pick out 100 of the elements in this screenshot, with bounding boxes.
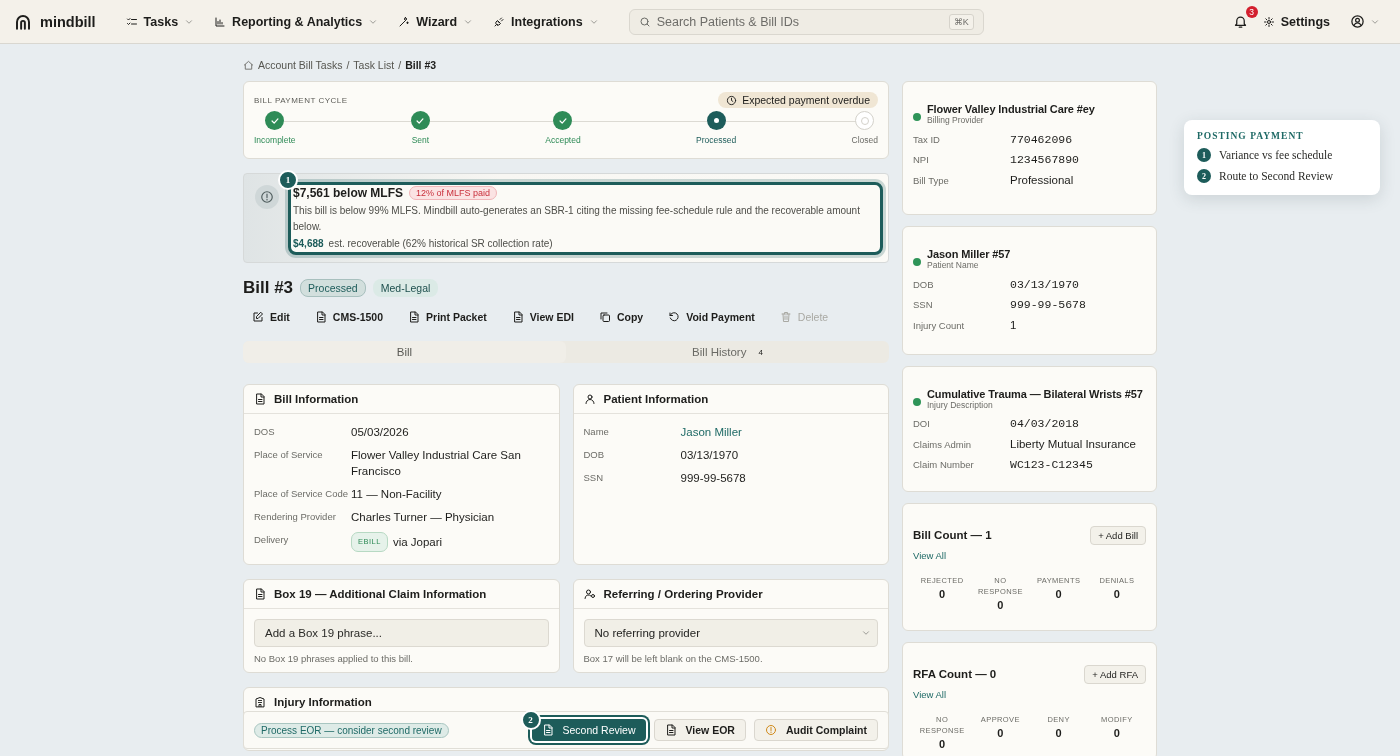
nav-menu[interactable]: Tasks [125,14,195,29]
stat-value: 0 [997,598,1004,611]
field-label: Delivery [254,533,290,547]
card-subtitle: Patient Name [927,260,980,270]
card-title: Cumulative Trauma — Bilateral Wrists #57 [927,387,1143,400]
step-label: Variance vs fee schedule [1219,149,1333,161]
card-title: Referring / Ordering Provider [603,588,763,600]
field-value: 770462096 [1010,132,1073,146]
field-label: Rendering Provider [254,510,337,524]
nav-menu[interactable]: Integrations [493,14,599,29]
action-button[interactable]: Print Packet [399,307,496,327]
home-icon [243,59,254,71]
helper-text: No Box 19 phrases applied to this bill. [254,653,414,664]
stat-value: 0 [1055,587,1062,600]
breadcrumb-current: Bill #3 [405,59,437,71]
copy-icon [598,311,611,323]
user-icon [1350,14,1365,29]
nav-menu[interactable]: Reporting & Analytics [214,14,379,29]
trash-icon [779,311,792,323]
guide-title: POSTING PAYMENT [1197,131,1305,141]
edit-icon [252,311,264,323]
card-subtitle: Billing Provider [927,115,984,125]
stat-value: 0 [1113,726,1120,739]
field-label: Claims Admin [913,438,973,450]
field-label: DOB [583,448,606,462]
view-all-link[interactable]: View All [913,549,947,561]
card-subtitle: Injury Description [927,399,994,410]
field-label: Claim Number [913,459,975,471]
breadcrumb-link[interactable]: Task List [353,59,395,71]
action-button[interactable]: Edit [243,307,299,327]
card-title: Bill Count — 1 [913,529,992,541]
nav-menu[interactable]: Wizard [398,14,474,29]
card-title: Jason Miller #57 [927,248,1011,260]
card-title: RFA Count — 0 [913,668,997,680]
account-button[interactable] [1350,14,1380,29]
field-value: Liberty Mutual Insurance [1010,438,1136,451]
document-icon [511,311,524,323]
notification-badge: 3 [1245,6,1258,18]
stat-value: 0 [1113,587,1120,600]
tab[interactable]: Bill History 4 [566,341,889,363]
field-label: Tax ID [913,133,941,145]
settings-button[interactable]: Settings [1262,14,1330,29]
document-icon [408,311,421,323]
field-value: Charles Turner — Physician [351,510,495,525]
field-label: Place of Service Code [254,487,349,501]
field-value: via Jopari [392,535,443,550]
field-value: 1 [1010,319,1017,332]
field-label: Injury Count [913,319,966,331]
action-button[interactable]: View EDI [502,307,583,327]
field-label: DOB [913,278,935,290]
field-value: 05/03/2026 [351,425,409,440]
field-label: Bill Type [913,174,950,186]
card-title: Injury Information [274,696,372,708]
add-button[interactable]: + Add Bill [1090,525,1146,545]
field-value: 999-99-5678 [1010,298,1086,312]
history-count: 4 [758,347,763,357]
stat-value: 0 [939,587,946,600]
logo-text: mindbill [40,13,96,30]
bill-title: Bill #3 [243,278,294,298]
tab[interactable]: Bill [243,341,566,363]
people-icon [583,588,596,600]
document-icon [541,724,554,736]
action-button[interactable]: View EOR [653,719,746,741]
field-value: 999-99-5678 [680,471,746,486]
provider-select[interactable]: No referring provider [583,619,878,647]
check-icon [269,115,280,126]
action-button[interactable]: Copy [589,307,653,327]
field-value: 03/13/1970 [680,448,739,463]
field-label: SSN [913,299,934,311]
bill-tag: Processed [300,279,366,297]
chevron-down-icon [861,628,871,638]
card-title: Box 19 — Additional Claim Information [274,588,487,600]
paid-badge: 12% of MLFS paid [409,186,498,200]
field-label: DOS [254,425,276,439]
field-value: 03/13/1970 [1010,277,1079,291]
alert-icon [255,185,279,209]
logo-icon [14,12,32,31]
plug-icon [493,15,506,28]
recoverable-note: est. recoverable (62% historical SR collection rate) [328,238,553,249]
field-label: NPI [913,154,930,166]
add-button[interactable]: + Add RFA [1084,664,1146,684]
step-badge: 2 [520,710,541,730]
search-icon [638,15,651,28]
bill-tag: Med-Legal [372,279,439,297]
field-value: Flower Valley Industrial Care San Francisco [351,448,522,479]
alert-icon [764,724,777,736]
breadcrumb-link[interactable]: Account Bill Tasks [258,59,343,71]
bell-icon [1232,14,1248,29]
action-button[interactable]: Void Payment [659,307,764,327]
patient-link[interactable]: Jason Miller [680,424,742,440]
field-label: Name [583,425,610,439]
step-number: 2 [1197,169,1211,183]
view-all-link[interactable]: View All [913,688,947,700]
clock-icon [726,94,738,106]
action-button[interactable]: CMS-1500 [305,307,393,327]
action-button[interactable]: Audit Complaint [753,719,878,741]
card-title: Bill Information [274,393,359,405]
stat-value: 0 [1055,726,1062,739]
check-icon [415,115,426,126]
phrase-field[interactable]: Add a Box 19 phrase... [254,619,549,647]
